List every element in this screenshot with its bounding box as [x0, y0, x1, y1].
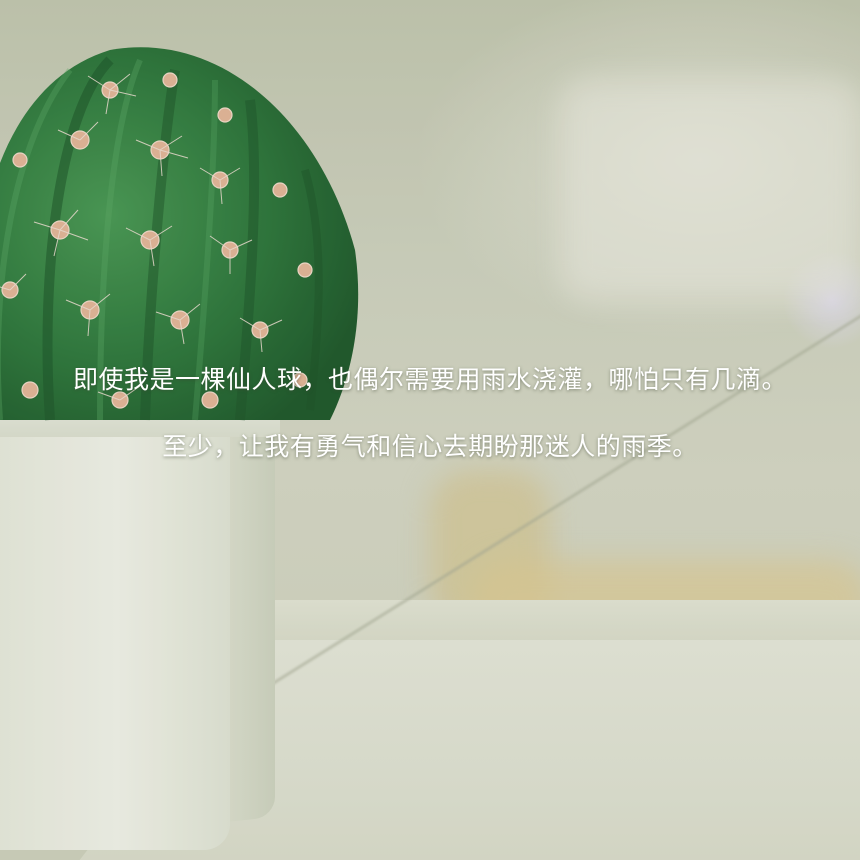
quote-line-2: 至少，让我有勇气和信心去期盼那迷人的雨季。: [162, 432, 698, 461]
quote-line-1: 即使我是一棵仙人球，也偶尔需要用雨水浇灌，哪怕只有几滴。: [72, 365, 787, 394]
